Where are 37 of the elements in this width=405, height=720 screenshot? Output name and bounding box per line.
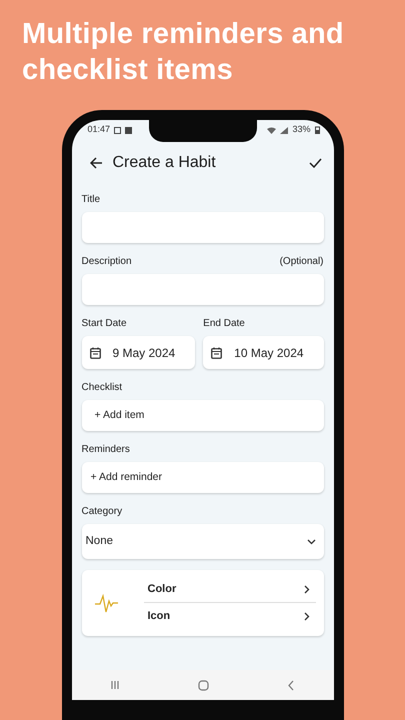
field-label: Title xyxy=(82,193,100,207)
home-icon[interactable] xyxy=(198,680,209,690)
battery-percent: 33% xyxy=(292,123,310,136)
date-field[interactable]: 9 May 2024 xyxy=(82,336,196,369)
field-label: Checklist xyxy=(82,381,124,395)
optional-hint: (Optional) xyxy=(280,255,324,269)
category-dropdown[interactable]: None xyxy=(82,524,324,559)
image-icon xyxy=(125,126,132,134)
back-arrow-icon[interactable] xyxy=(90,157,102,169)
chevron-right-icon xyxy=(304,612,310,621)
battery-icon xyxy=(314,126,320,134)
status-time: 01:47 xyxy=(88,123,110,136)
back-icon[interactable] xyxy=(286,680,295,690)
screen-title: Create a Habit xyxy=(112,153,217,173)
calendar-icon xyxy=(90,346,100,358)
add-button[interactable]: + Add item xyxy=(82,400,324,431)
field-label: End Date xyxy=(203,317,246,331)
field-label: Category xyxy=(82,505,124,519)
calendar-icon xyxy=(211,346,222,358)
check-icon[interactable] xyxy=(308,158,322,168)
signal-icon xyxy=(280,126,288,134)
field-label: Description xyxy=(82,255,132,269)
field-label: Reminders xyxy=(82,443,131,457)
input-field[interactable] xyxy=(82,212,324,243)
date-field[interactable]: 10 May 2024 xyxy=(203,336,324,369)
settings-row[interactable]: Icon xyxy=(144,603,316,630)
add-button[interactable]: + Add reminder xyxy=(82,462,324,493)
input-field[interactable] xyxy=(82,274,324,305)
calendar-icon xyxy=(114,126,122,134)
chevron-right-icon xyxy=(304,584,310,594)
pulse-icon xyxy=(94,591,120,615)
field-label: Start Date xyxy=(82,317,128,331)
wifi-icon xyxy=(267,126,276,134)
headline: Multiple reminders and checklist items xyxy=(21,17,345,88)
recent-apps-icon[interactable] xyxy=(110,680,120,690)
chevron-down-icon xyxy=(306,538,316,544)
settings-row[interactable]: Color xyxy=(144,576,316,603)
